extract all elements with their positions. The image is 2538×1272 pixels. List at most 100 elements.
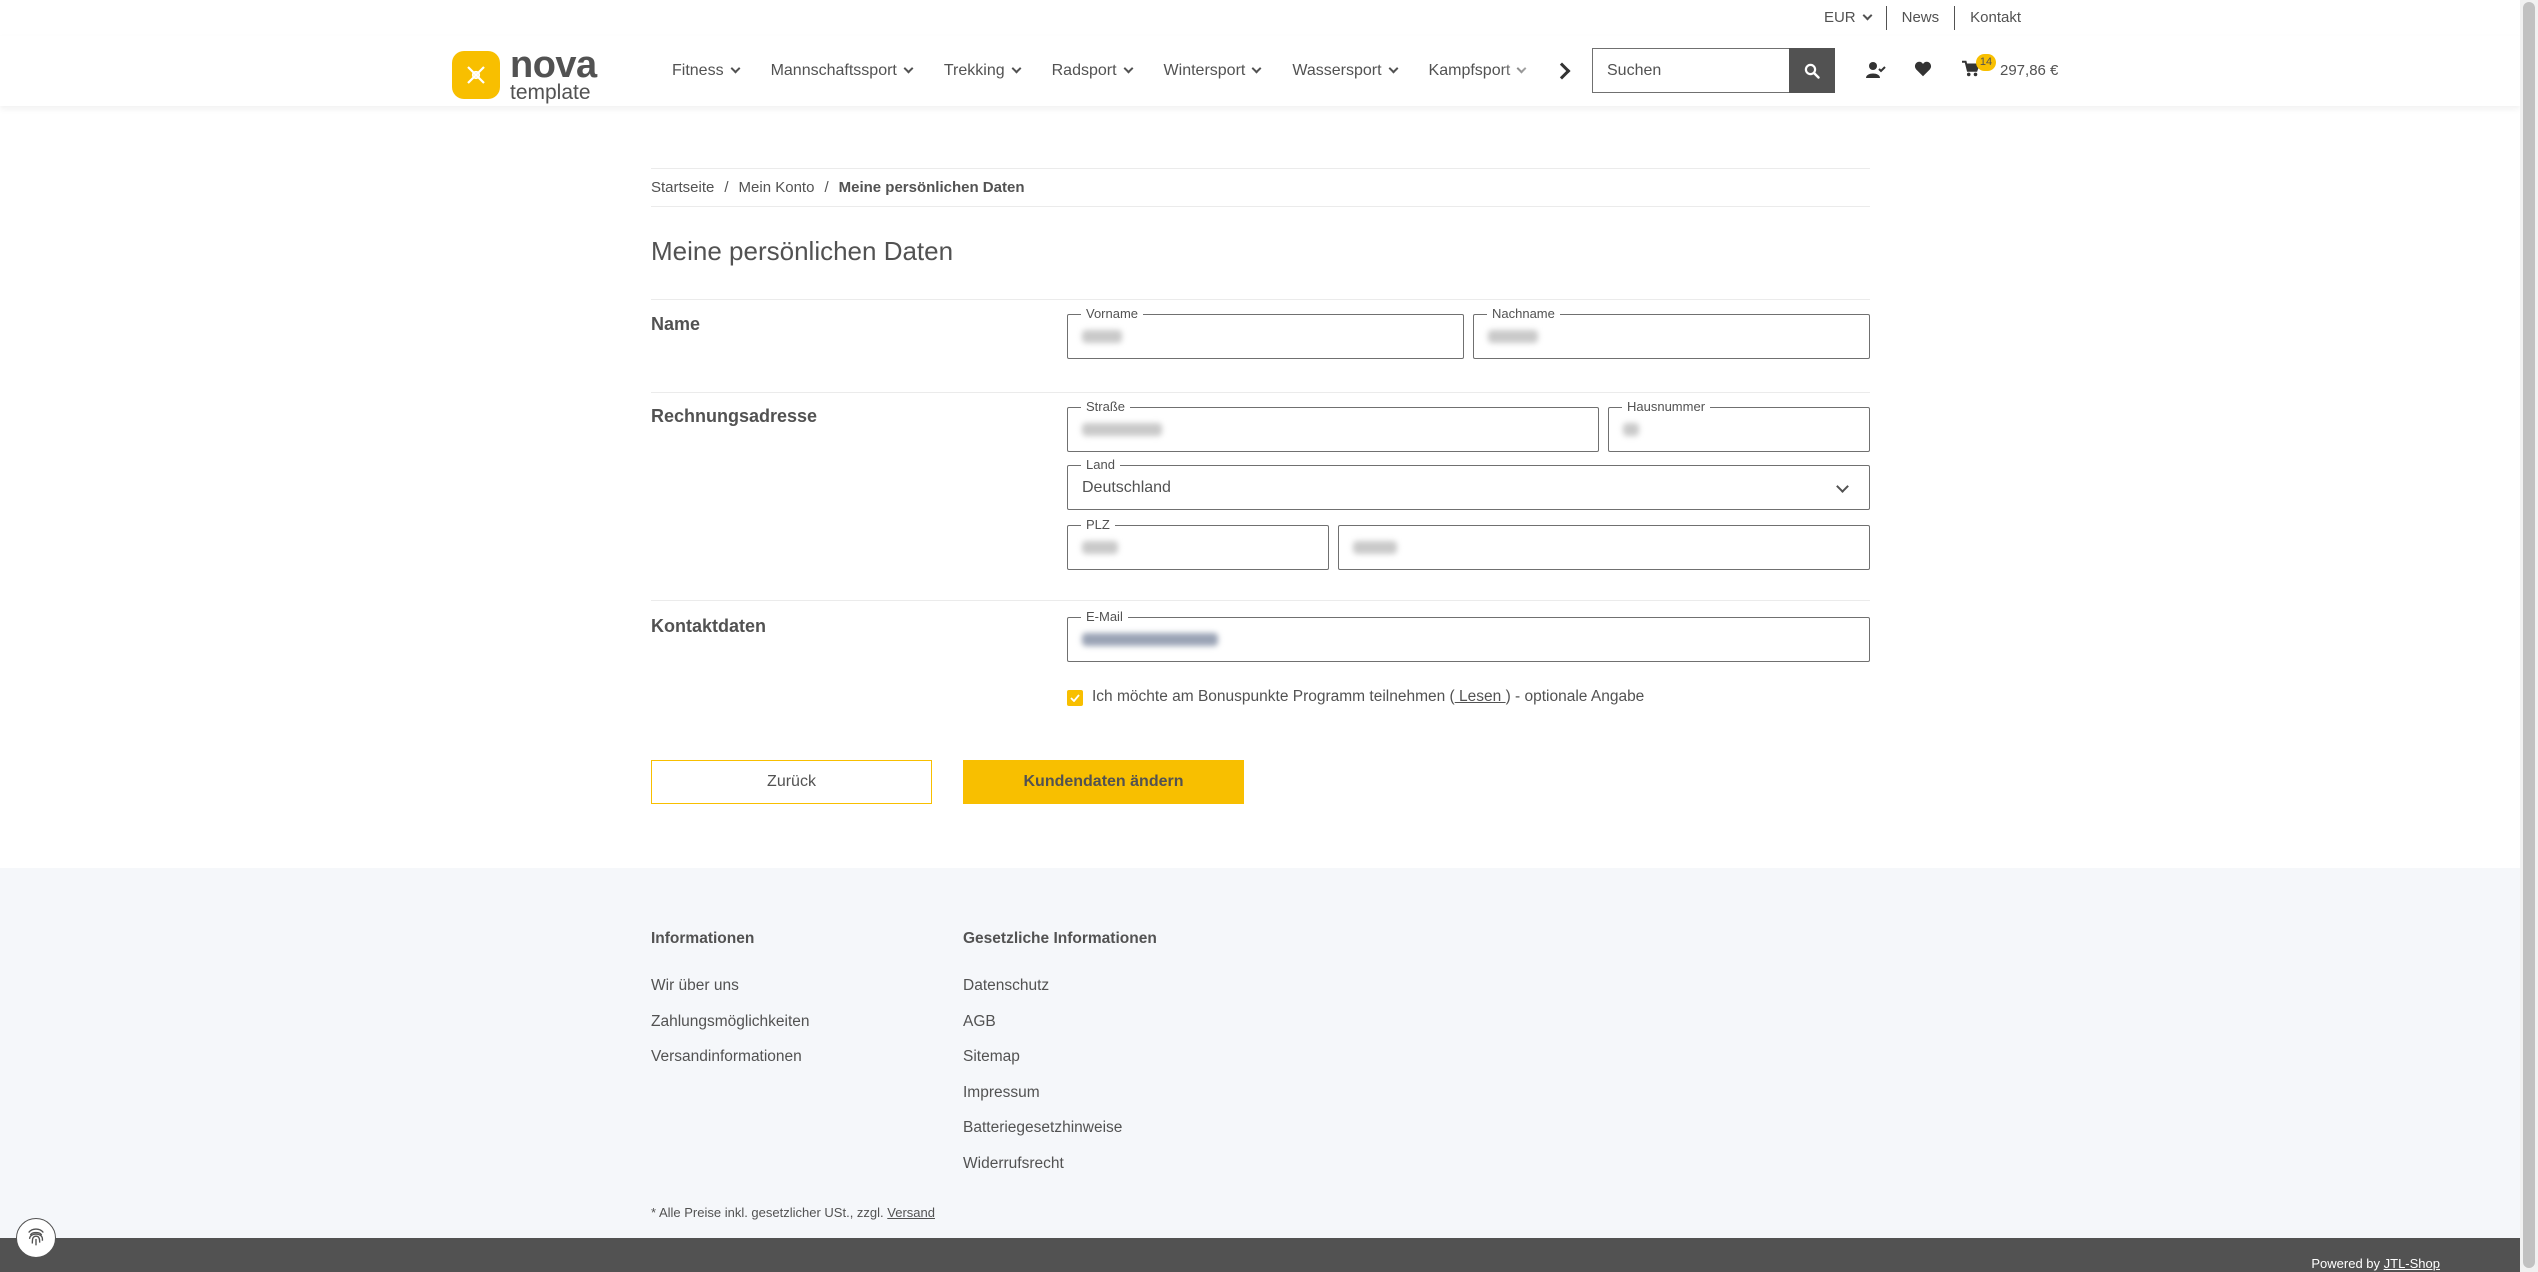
powered-by-text: Powered by bbox=[2311, 1256, 2384, 1271]
breadcrumb-home[interactable]: Startseite bbox=[651, 179, 714, 196]
redacted-value bbox=[1488, 330, 1538, 343]
redacted-value bbox=[1082, 330, 1122, 343]
footer-link-payment[interactable]: Zahlungsmöglichkeiten bbox=[651, 1004, 810, 1040]
chevron-down-icon bbox=[730, 63, 741, 73]
back-button[interactable]: Zurück bbox=[651, 760, 932, 804]
footer-col-information: Informationen Wir über uns Zahlungsmögli… bbox=[651, 930, 810, 1075]
chevron-down-icon bbox=[1251, 63, 1262, 73]
breadcrumb-separator: / bbox=[824, 179, 829, 196]
footer-link-withdrawal[interactable]: Widerrufsrecht bbox=[963, 1146, 1157, 1182]
nav-scroll-right-icon[interactable] bbox=[1553, 60, 1578, 82]
footer-col-title: Informationen bbox=[651, 930, 755, 947]
footer-link-imprint[interactable]: Impressum bbox=[963, 1075, 1157, 1111]
redacted-value bbox=[1623, 423, 1639, 436]
footer: Informationen Wir über uns Zahlungsmögli… bbox=[0, 868, 2520, 1238]
section-divider bbox=[651, 600, 1870, 601]
zip-label: PLZ bbox=[1081, 517, 1115, 533]
page-title: Meine persönlichen Daten bbox=[651, 236, 954, 266]
jtl-shop-link[interactable]: JTL-Shop bbox=[2384, 1256, 2440, 1271]
chevron-down-icon bbox=[903, 63, 914, 73]
heart-icon bbox=[1914, 61, 1932, 77]
nav-item-wassersport[interactable]: Wassersport bbox=[1292, 62, 1398, 80]
section-billing-title: Rechnungsadresse bbox=[651, 406, 818, 426]
powered-by: Powered by JTL-Shop bbox=[2311, 1256, 2440, 1271]
nav-item-label: Kampfsport bbox=[1428, 62, 1511, 79]
footer-link-sitemap[interactable]: Sitemap bbox=[963, 1039, 1157, 1075]
bonus-optional-text: ) - optionale Angabe bbox=[1505, 688, 1645, 705]
nav-item-label: Mannschaftssport bbox=[770, 62, 897, 79]
nav-item-label: Wintersport bbox=[1163, 62, 1246, 79]
street-label: Straße bbox=[1081, 399, 1131, 415]
fingerprint-icon bbox=[28, 1228, 44, 1246]
logo[interactable]: nova template bbox=[452, 46, 597, 103]
bonus-read-link[interactable]: Lesen bbox=[1455, 688, 1506, 705]
chevron-down-icon bbox=[1862, 10, 1873, 21]
bonus-checkbox[interactable] bbox=[1067, 690, 1083, 706]
breadcrumb-separator: / bbox=[724, 179, 729, 196]
submit-button[interactable]: Kundendaten ändern bbox=[963, 760, 1244, 804]
page-scrollbar[interactable] bbox=[2520, 0, 2538, 1272]
nav-item-trekking[interactable]: Trekking bbox=[943, 62, 1022, 80]
firstname-label: Vorname bbox=[1081, 306, 1144, 322]
country-value: Deutschland bbox=[1082, 479, 1171, 496]
breadcrumb: Startseite / Mein Konto / Meine persönli… bbox=[651, 168, 1870, 207]
housenumber-label: Hausnummer bbox=[1622, 399, 1711, 415]
search-icon bbox=[1804, 63, 1820, 79]
bonus-checkbox-label: Ich möchte am Bonuspunkte Programm teiln… bbox=[1092, 688, 1644, 706]
section-contact-title: Kontaktdaten bbox=[651, 616, 767, 636]
firstname-field[interactable]: Vorname bbox=[1067, 306, 1464, 359]
redacted-value bbox=[1082, 541, 1118, 554]
chevron-down-icon bbox=[1836, 480, 1849, 493]
footer-link-battery[interactable]: Batteriegesetzhinweise bbox=[963, 1110, 1157, 1146]
zip-field[interactable]: PLZ bbox=[1067, 517, 1329, 570]
footer-link-privacy[interactable]: Datenschutz bbox=[963, 968, 1157, 1004]
chevron-down-icon bbox=[1123, 63, 1133, 73]
redacted-value bbox=[1353, 541, 1397, 554]
cookie-consent-button[interactable] bbox=[16, 1218, 56, 1258]
chevron-down-icon bbox=[1388, 63, 1398, 73]
footer-link-shipping[interactable]: Versandinformationen bbox=[651, 1039, 810, 1075]
city-field[interactable] bbox=[1338, 525, 1870, 570]
footer-link-about[interactable]: Wir über uns bbox=[651, 968, 810, 1004]
top-bar: EUR News Kontakt bbox=[0, 0, 2520, 36]
cart-count-badge: 14 bbox=[1976, 54, 1996, 71]
breadcrumb-account[interactable]: Mein Konto bbox=[739, 179, 815, 196]
footer-link-terms[interactable]: AGB bbox=[963, 1004, 1157, 1040]
nav-item-label: Radsport bbox=[1051, 62, 1117, 79]
footer-bottom-bar: Powered by JTL-Shop bbox=[0, 1238, 2520, 1272]
redacted-value bbox=[1082, 633, 1218, 646]
street-field[interactable]: Straße bbox=[1067, 399, 1599, 452]
footer-price-note: * Alle Preise inkl. gesetzlicher USt., z… bbox=[651, 1205, 935, 1220]
footer-col-legal: Gesetzliche Informationen Datenschutz AG… bbox=[963, 930, 1157, 1181]
lastname-field[interactable]: Nachname bbox=[1473, 306, 1870, 359]
nav-item-wintersport[interactable]: Wintersport bbox=[1163, 62, 1262, 80]
currency-dropdown[interactable]: EUR bbox=[1809, 6, 1886, 30]
nav-item-label: Wassersport bbox=[1292, 62, 1382, 79]
country-select[interactable]: Land Deutschland bbox=[1067, 457, 1870, 510]
nav-item-radsport[interactable]: Radsport bbox=[1051, 62, 1133, 80]
logo-text: nova template bbox=[510, 46, 597, 103]
nav-item-mannschaftssport[interactable]: Mannschaftssport bbox=[770, 62, 914, 80]
logo-name: nova bbox=[510, 44, 597, 86]
search-button[interactable] bbox=[1789, 48, 1835, 93]
nav-item-fitness[interactable]: Fitness bbox=[672, 62, 741, 80]
email-label: E-Mail bbox=[1081, 609, 1128, 625]
nav-item-label: Fitness bbox=[672, 62, 724, 79]
news-link[interactable]: News bbox=[1885, 6, 1955, 30]
footer-note-text: * Alle Preise inkl. gesetzlicher USt., z… bbox=[651, 1205, 888, 1220]
section-divider bbox=[651, 392, 1870, 393]
email-field[interactable]: E-Mail bbox=[1067, 609, 1870, 662]
nav-item-label: Trekking bbox=[943, 62, 1005, 79]
contact-link[interactable]: Kontakt bbox=[1954, 6, 2036, 30]
account-button[interactable] bbox=[1866, 60, 1886, 85]
top-bar-links: EUR News Kontakt bbox=[1809, 6, 2036, 30]
footer-shipping-link[interactable]: Versand bbox=[887, 1205, 935, 1220]
country-label: Land bbox=[1081, 457, 1120, 473]
wishlist-button[interactable] bbox=[1914, 60, 1932, 83]
scrollbar-thumb[interactable] bbox=[2523, 2, 2535, 1268]
housenumber-field[interactable]: Hausnummer bbox=[1608, 399, 1870, 452]
cart-total[interactable]: 297,86 € bbox=[2000, 62, 2058, 79]
category-nav: Fitness Mannschaftssport Trekking Radspo… bbox=[672, 36, 1576, 106]
currency-label: EUR bbox=[1823, 9, 1856, 26]
section-name-title: Name bbox=[651, 314, 701, 334]
